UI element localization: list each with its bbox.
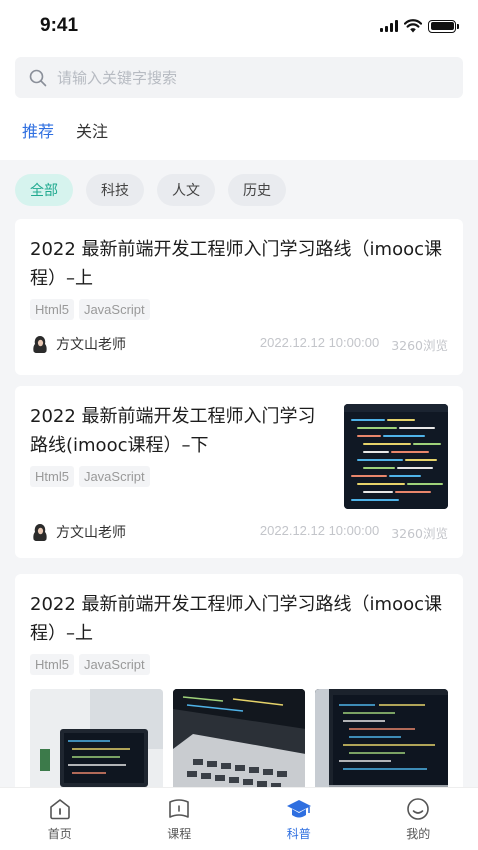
graduation-cap-icon (286, 800, 311, 818)
status-time: 9:41 (40, 15, 79, 36)
view-count: 3260浏览 (391, 337, 448, 353)
article-image[interactable] (315, 689, 449, 799)
publish-date: 2022.12.12 10:00:00 (259, 334, 380, 350)
search-icon (29, 69, 47, 86)
article-image[interactable] (172, 689, 306, 799)
feed-tabs: 推荐 关注 (0, 98, 478, 142)
article-title[interactable]: 2022 最新前端开发工程师入门学习路线(imooc课程）–下 (30, 402, 320, 460)
tab-recommend[interactable]: 推荐 (22, 118, 54, 142)
article-stats: 2022.12.12 10:00:00 3260浏览 (260, 523, 448, 542)
category-filter: 全部 科技 人文 历史 (0, 160, 478, 206)
battery-icon (428, 19, 459, 33)
signal-icon (380, 20, 398, 32)
bottom-tab-bar: 首页 课程 科普 我的 (0, 787, 478, 850)
profile-icon (407, 798, 430, 820)
header-area: 9:41 推荐 关注 (0, 0, 478, 160)
tabbar-item-home[interactable]: 首页 (0, 788, 120, 850)
tabbar-label: 课程 (167, 827, 192, 841)
status-icons (380, 19, 459, 33)
article-meta: 方文山老师 2022.12.12 10:00:00 3260浏览 (30, 522, 448, 542)
view-count: 3260浏览 (391, 525, 448, 541)
category-chip-all[interactable]: 全部 (15, 174, 73, 206)
category-chip-history[interactable]: 历史 (228, 174, 286, 206)
tabbar-item-profile[interactable]: 我的 (359, 788, 478, 850)
book-icon (169, 799, 190, 818)
tab-following[interactable]: 关注 (76, 118, 108, 142)
author-name: 方文山老师 (56, 337, 126, 353)
tag[interactable]: Html5 (30, 466, 74, 487)
article-card[interactable]: 2022 最新前端开发工程师入门学习路线（imooc课程）–上 Html5 Ja… (15, 574, 463, 814)
home-icon (49, 799, 70, 820)
wifi-icon (404, 19, 422, 33)
status-bar: 9:41 (0, 0, 478, 52)
search-bar[interactable] (15, 57, 463, 98)
article-title[interactable]: 2022 最新前端开发工程师入门学习路线（imooc课程）–上 (30, 590, 448, 648)
avatar (30, 522, 50, 542)
article-card[interactable]: 2022 最新前端开发工程师入门学习路线（imooc课程）–上 Html5 Ja… (15, 219, 463, 375)
avatar (30, 334, 50, 354)
article-tags: Html5 JavaScript (30, 654, 448, 675)
article-tags: Html5 JavaScript (30, 466, 320, 487)
article-image[interactable] (30, 689, 163, 799)
author-name: 方文山老师 (56, 525, 126, 541)
article-stats: 2022.12.12 10:00:00 3260浏览 (260, 335, 448, 354)
tag[interactable]: JavaScript (78, 466, 150, 487)
tabbar-label: 科普 (286, 827, 311, 841)
tag[interactable]: JavaScript (78, 299, 150, 320)
author[interactable]: 方文山老师 (30, 522, 126, 542)
tabbar-label: 我的 (406, 827, 431, 841)
tag[interactable]: Html5 (30, 654, 74, 675)
author[interactable]: 方文山老师 (30, 334, 126, 354)
tabbar-item-science[interactable]: 科普 (239, 788, 359, 850)
category-chip-tech[interactable]: 科技 (86, 174, 144, 206)
tag[interactable]: Html5 (30, 299, 74, 320)
tabbar-label: 首页 (47, 827, 72, 841)
article-thumbnail[interactable] (344, 404, 448, 509)
article-card[interactable]: 2022 最新前端开发工程师入门学习路线(imooc课程）–下 Html5 Ja… (15, 386, 463, 558)
article-image-gallery (30, 689, 449, 799)
article-title[interactable]: 2022 最新前端开发工程师入门学习路线（imooc课程）–上 (30, 235, 448, 293)
article-tags: Html5 JavaScript (30, 299, 448, 320)
search-input[interactable] (57, 68, 417, 87)
category-chip-humanities[interactable]: 人文 (157, 174, 215, 206)
article-meta: 方文山老师 2022.12.12 10:00:00 3260浏览 (30, 334, 448, 354)
tag[interactable]: JavaScript (78, 654, 150, 675)
publish-date: 2022.12.12 10:00:00 (259, 522, 380, 538)
tabbar-item-courses[interactable]: 课程 (120, 788, 240, 850)
